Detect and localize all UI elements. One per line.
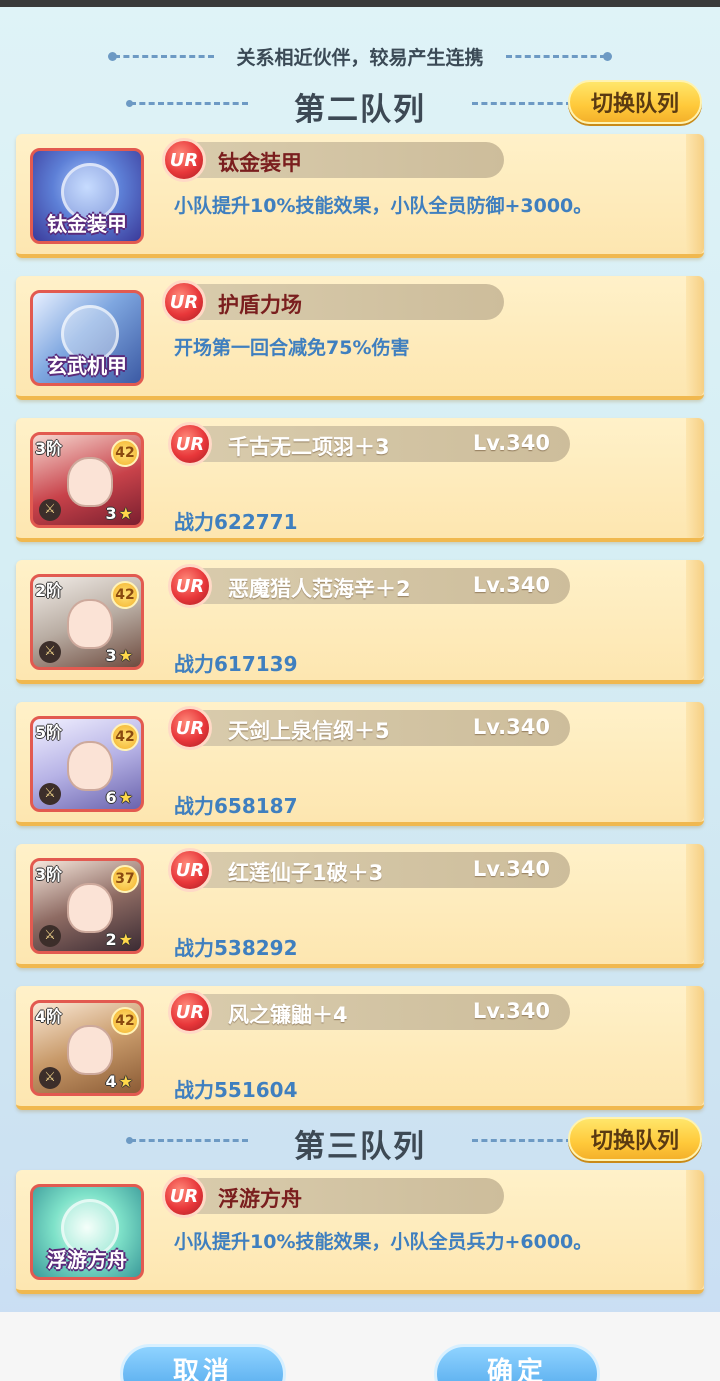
hero-power: 战力622771 (174, 510, 298, 534)
hero-level-badge: 42 (111, 723, 139, 751)
hero-card[interactable]: 3阶 42 ⚔ 3 UR 千古无二项羽＋3 Lv.340 战力622771 (16, 418, 704, 542)
hero-name: 千古无二项羽＋3 (228, 435, 390, 459)
hero-level: Lv.340 (472, 715, 550, 739)
name-bar: UR 恶魔猎人范海辛＋2 Lv.340 (168, 564, 570, 608)
hero-avatar[interactable]: 2阶 42 ⚔ 3 (30, 574, 144, 670)
hint-text: 关系相近伙伴，较易产生连携 (236, 46, 484, 69)
divider-left (108, 51, 215, 61)
hero-card[interactable]: 5阶 42 ⚔ 6 UR 天剑上泉信纲＋5 Lv.340 战力658187 (16, 702, 704, 826)
hero-level: Lv.340 (472, 999, 550, 1023)
hero-level: Lv.340 (472, 573, 550, 597)
hero-portrait (67, 1025, 113, 1075)
relic-description: 小队提升10%技能效果，小队全员防御+3000。 (174, 195, 593, 217)
name-bar: UR 天剑上泉信纲＋5 Lv.340 (168, 706, 570, 750)
relic-card[interactable]: 浮游方舟 UR 浮游方舟 小队提升10%技能效果，小队全员兵力+6000。 (16, 1170, 704, 1294)
section-header-queue-3: 第三队列 切换队列 (0, 1113, 720, 1169)
ur-badge-icon: UR (162, 280, 206, 324)
hero-stars: 3 (106, 504, 133, 523)
divider-right (472, 1139, 572, 1142)
hero-rank: 3阶 (35, 865, 63, 884)
ur-badge-icon: UR (168, 564, 212, 608)
cancel-button[interactable]: 取消 (120, 1344, 286, 1381)
relic-avatar[interactable]: 玄武机甲 (30, 290, 144, 386)
hero-level-badge: 42 (111, 1007, 139, 1035)
hero-power: 战力538292 (174, 936, 298, 960)
relic-card[interactable]: 玄武机甲 UR 护盾力场 开场第一回合减免75%伤害 (16, 276, 704, 400)
switch-queue-button[interactable]: 切换队列 (568, 80, 702, 124)
status-bar (0, 0, 720, 7)
name-bar: UR 护盾力场 (162, 280, 504, 324)
hero-card[interactable]: 4阶 42 ⚔ 4 UR 风之镰鼬＋4 Lv.340 战力551604 (16, 986, 704, 1110)
relic-name: 浮游方舟 (218, 1187, 302, 1211)
ur-badge-icon: UR (168, 990, 212, 1034)
relic-name: 护盾力场 (218, 293, 302, 317)
hero-level-badge: 37 (111, 865, 139, 893)
hero-level: Lv.340 (472, 431, 550, 455)
class-icon: ⚔ (39, 1067, 61, 1089)
hero-rank: 3阶 (35, 439, 63, 458)
hero-stars: 6 (106, 788, 133, 807)
name-bar: UR 红莲仙子1破＋3 Lv.340 (168, 848, 570, 892)
divider-right (505, 51, 612, 61)
name-bar: UR 浮游方舟 (162, 1174, 504, 1218)
hero-level-badge: 42 (111, 439, 139, 467)
hero-level: Lv.340 (472, 857, 550, 881)
hero-name: 天剑上泉信纲＋5 (228, 719, 390, 743)
hero-name: 风之镰鼬＋4 (228, 1003, 348, 1027)
class-icon: ⚔ (39, 641, 61, 663)
relic-avatar[interactable]: 浮游方舟 (30, 1184, 144, 1280)
hero-stars: 2 (106, 930, 133, 949)
class-icon: ⚔ (39, 499, 61, 521)
hero-stars: 3 (106, 646, 133, 665)
relic-description: 开场第一回合减免75%伤害 (174, 337, 410, 359)
hero-portrait (67, 599, 113, 649)
hero-card[interactable]: 2阶 42 ⚔ 3 UR 恶魔猎人范海辛＋2 Lv.340 战力617139 (16, 560, 704, 684)
hero-portrait (67, 457, 113, 507)
hero-rank: 2阶 (35, 581, 63, 600)
name-bar: UR 千古无二项羽＋3 Lv.340 (168, 422, 570, 466)
hero-stars: 4 (106, 1072, 133, 1091)
ur-badge-icon: UR (168, 706, 212, 750)
avatar-label: 钛金装甲 (47, 212, 127, 236)
divider-right (472, 102, 572, 105)
avatar-label: 玄武机甲 (47, 354, 127, 378)
section-header-queue-2: 第二队列 切换队列 (0, 76, 720, 132)
name-bar: UR 钛金装甲 (162, 138, 504, 182)
hero-avatar[interactable]: 3阶 42 ⚔ 3 (30, 432, 144, 528)
name-bar: UR 风之镰鼬＋4 Lv.340 (168, 990, 570, 1034)
relic-description: 小队提升10%技能效果，小队全员兵力+6000。 (174, 1231, 593, 1253)
hero-rank: 4阶 (35, 1007, 63, 1026)
relic-name: 钛金装甲 (218, 151, 302, 175)
hero-name: 红莲仙子1破＋3 (228, 861, 384, 885)
hero-power: 战力658187 (174, 794, 298, 818)
relic-card[interactable]: 钛金装甲 UR 钛金装甲 小队提升10%技能效果，小队全员防御+3000。 (16, 134, 704, 258)
hero-rank: 5阶 (35, 723, 63, 742)
class-icon: ⚔ (39, 925, 61, 947)
hero-power: 战力617139 (174, 652, 298, 676)
class-icon: ⚔ (39, 783, 61, 805)
hero-avatar[interactable]: 4阶 42 ⚔ 4 (30, 1000, 144, 1096)
hero-portrait (67, 883, 113, 933)
hero-avatar[interactable]: 5阶 42 ⚔ 6 (30, 716, 144, 812)
confirm-button[interactable]: 确定 (434, 1344, 600, 1381)
relic-avatar[interactable]: 钛金装甲 (30, 148, 144, 244)
hero-power: 战力551604 (174, 1078, 298, 1102)
ur-badge-icon: UR (168, 848, 212, 892)
ur-badge-icon: UR (162, 1174, 206, 1218)
hero-avatar[interactable]: 3阶 37 ⚔ 2 (30, 858, 144, 954)
hero-portrait (67, 741, 113, 791)
hero-level-badge: 42 (111, 581, 139, 609)
switch-queue-button[interactable]: 切换队列 (568, 1117, 702, 1161)
hero-name: 恶魔猎人范海辛＋2 (228, 577, 411, 601)
ur-badge-icon: UR (162, 138, 206, 182)
ur-badge-icon: UR (168, 422, 212, 466)
hero-card[interactable]: 3阶 37 ⚔ 2 UR 红莲仙子1破＋3 Lv.340 战力538292 (16, 844, 704, 968)
bottom-panel (0, 1312, 720, 1381)
avatar-label: 浮游方舟 (47, 1248, 127, 1272)
hint-row: 关系相近伙伴，较易产生连携 (0, 40, 720, 72)
